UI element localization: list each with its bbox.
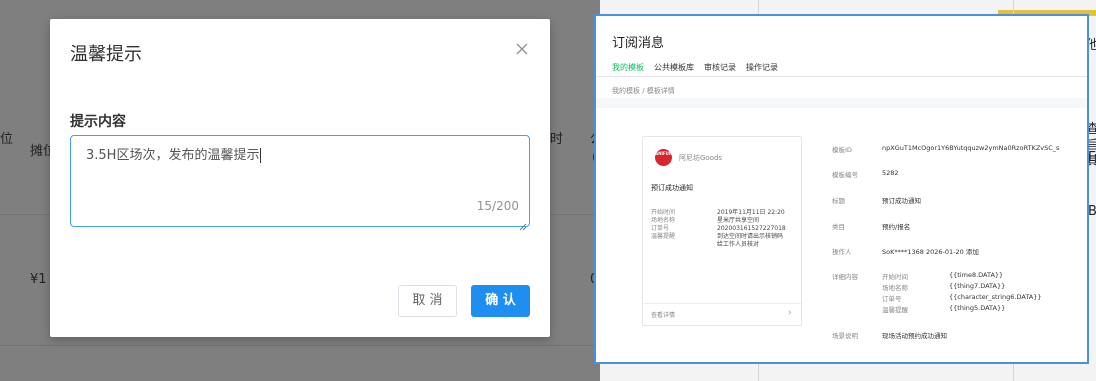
tip-dialog: 温馨提示 提示内容 3.5H区场次，发布的温馨提示 15/200 取 消 确 认: [50, 19, 550, 337]
message-preview-card: ANIFUN 阿尼坊Goods 预订成功通知 开始时间 2019年11月11日 2…: [642, 136, 802, 326]
view-details-link[interactable]: 查看详情: [651, 310, 675, 319]
window-title: 订阅消息: [612, 36, 665, 51]
confirm-button[interactable]: 确 认: [471, 285, 530, 317]
brand-name: 阿尼坊Goods: [679, 154, 723, 162]
close-icon[interactable]: [514, 41, 530, 57]
brand-logo: ANIFUN: [655, 149, 672, 166]
chevron-right-icon[interactable]: ›: [788, 308, 792, 318]
tab-bar: 我的模板 公共模板库 审核记录 操作记录: [612, 62, 778, 77]
tip-content-textarea[interactable]: 3.5H区场次，发布的温馨提示 15/200: [70, 135, 530, 231]
resize-handle-icon[interactable]: [519, 216, 527, 231]
list-item: 给工作人员核对: [717, 241, 760, 248]
field-label: 提示内容: [70, 114, 126, 130]
list-item: 场地名称 星米厅共享空间: [651, 217, 760, 224]
textarea-value: 3.5H区场次，发布的温馨提示: [86, 148, 260, 163]
section-gap: [596, 98, 1087, 108]
list-item: 温馨提醒 到达空间时请出示核销码: [651, 233, 784, 240]
tab-divider: [596, 76, 1087, 77]
tab-review-records[interactable]: 审核记录: [704, 62, 736, 77]
card-title: 预订成功通知: [651, 184, 693, 192]
breadcrumb[interactable]: 我的模板 / 模板详情: [612, 86, 675, 96]
card-divider: [643, 303, 801, 304]
char-counter: 15/200: [476, 199, 519, 213]
list-item: 订单号 202003161527227018: [651, 225, 786, 232]
cancel-button[interactable]: 取 消: [398, 285, 457, 317]
tab-my-templates[interactable]: 我的模板: [612, 62, 644, 77]
tab-operation-records[interactable]: 操作记录: [746, 62, 778, 77]
card-fields: 开始时间 2019年11月11日 22:20 场地名称 星米厅共享空间 订单号 202…: [651, 209, 801, 249]
text-caret: [260, 148, 262, 163]
list-item: 开始时间 2019年11月11日 22:20: [651, 209, 785, 216]
dialog-title: 温馨提示: [70, 44, 142, 65]
subscription-window: 订阅消息 我的模板 公共模板库 审核记录 操作记录 我的模板 / 模板详情 AN…: [594, 14, 1089, 364]
edge-text: B: [1088, 204, 1096, 219]
tab-public-library[interactable]: 公共模板库: [654, 62, 694, 77]
